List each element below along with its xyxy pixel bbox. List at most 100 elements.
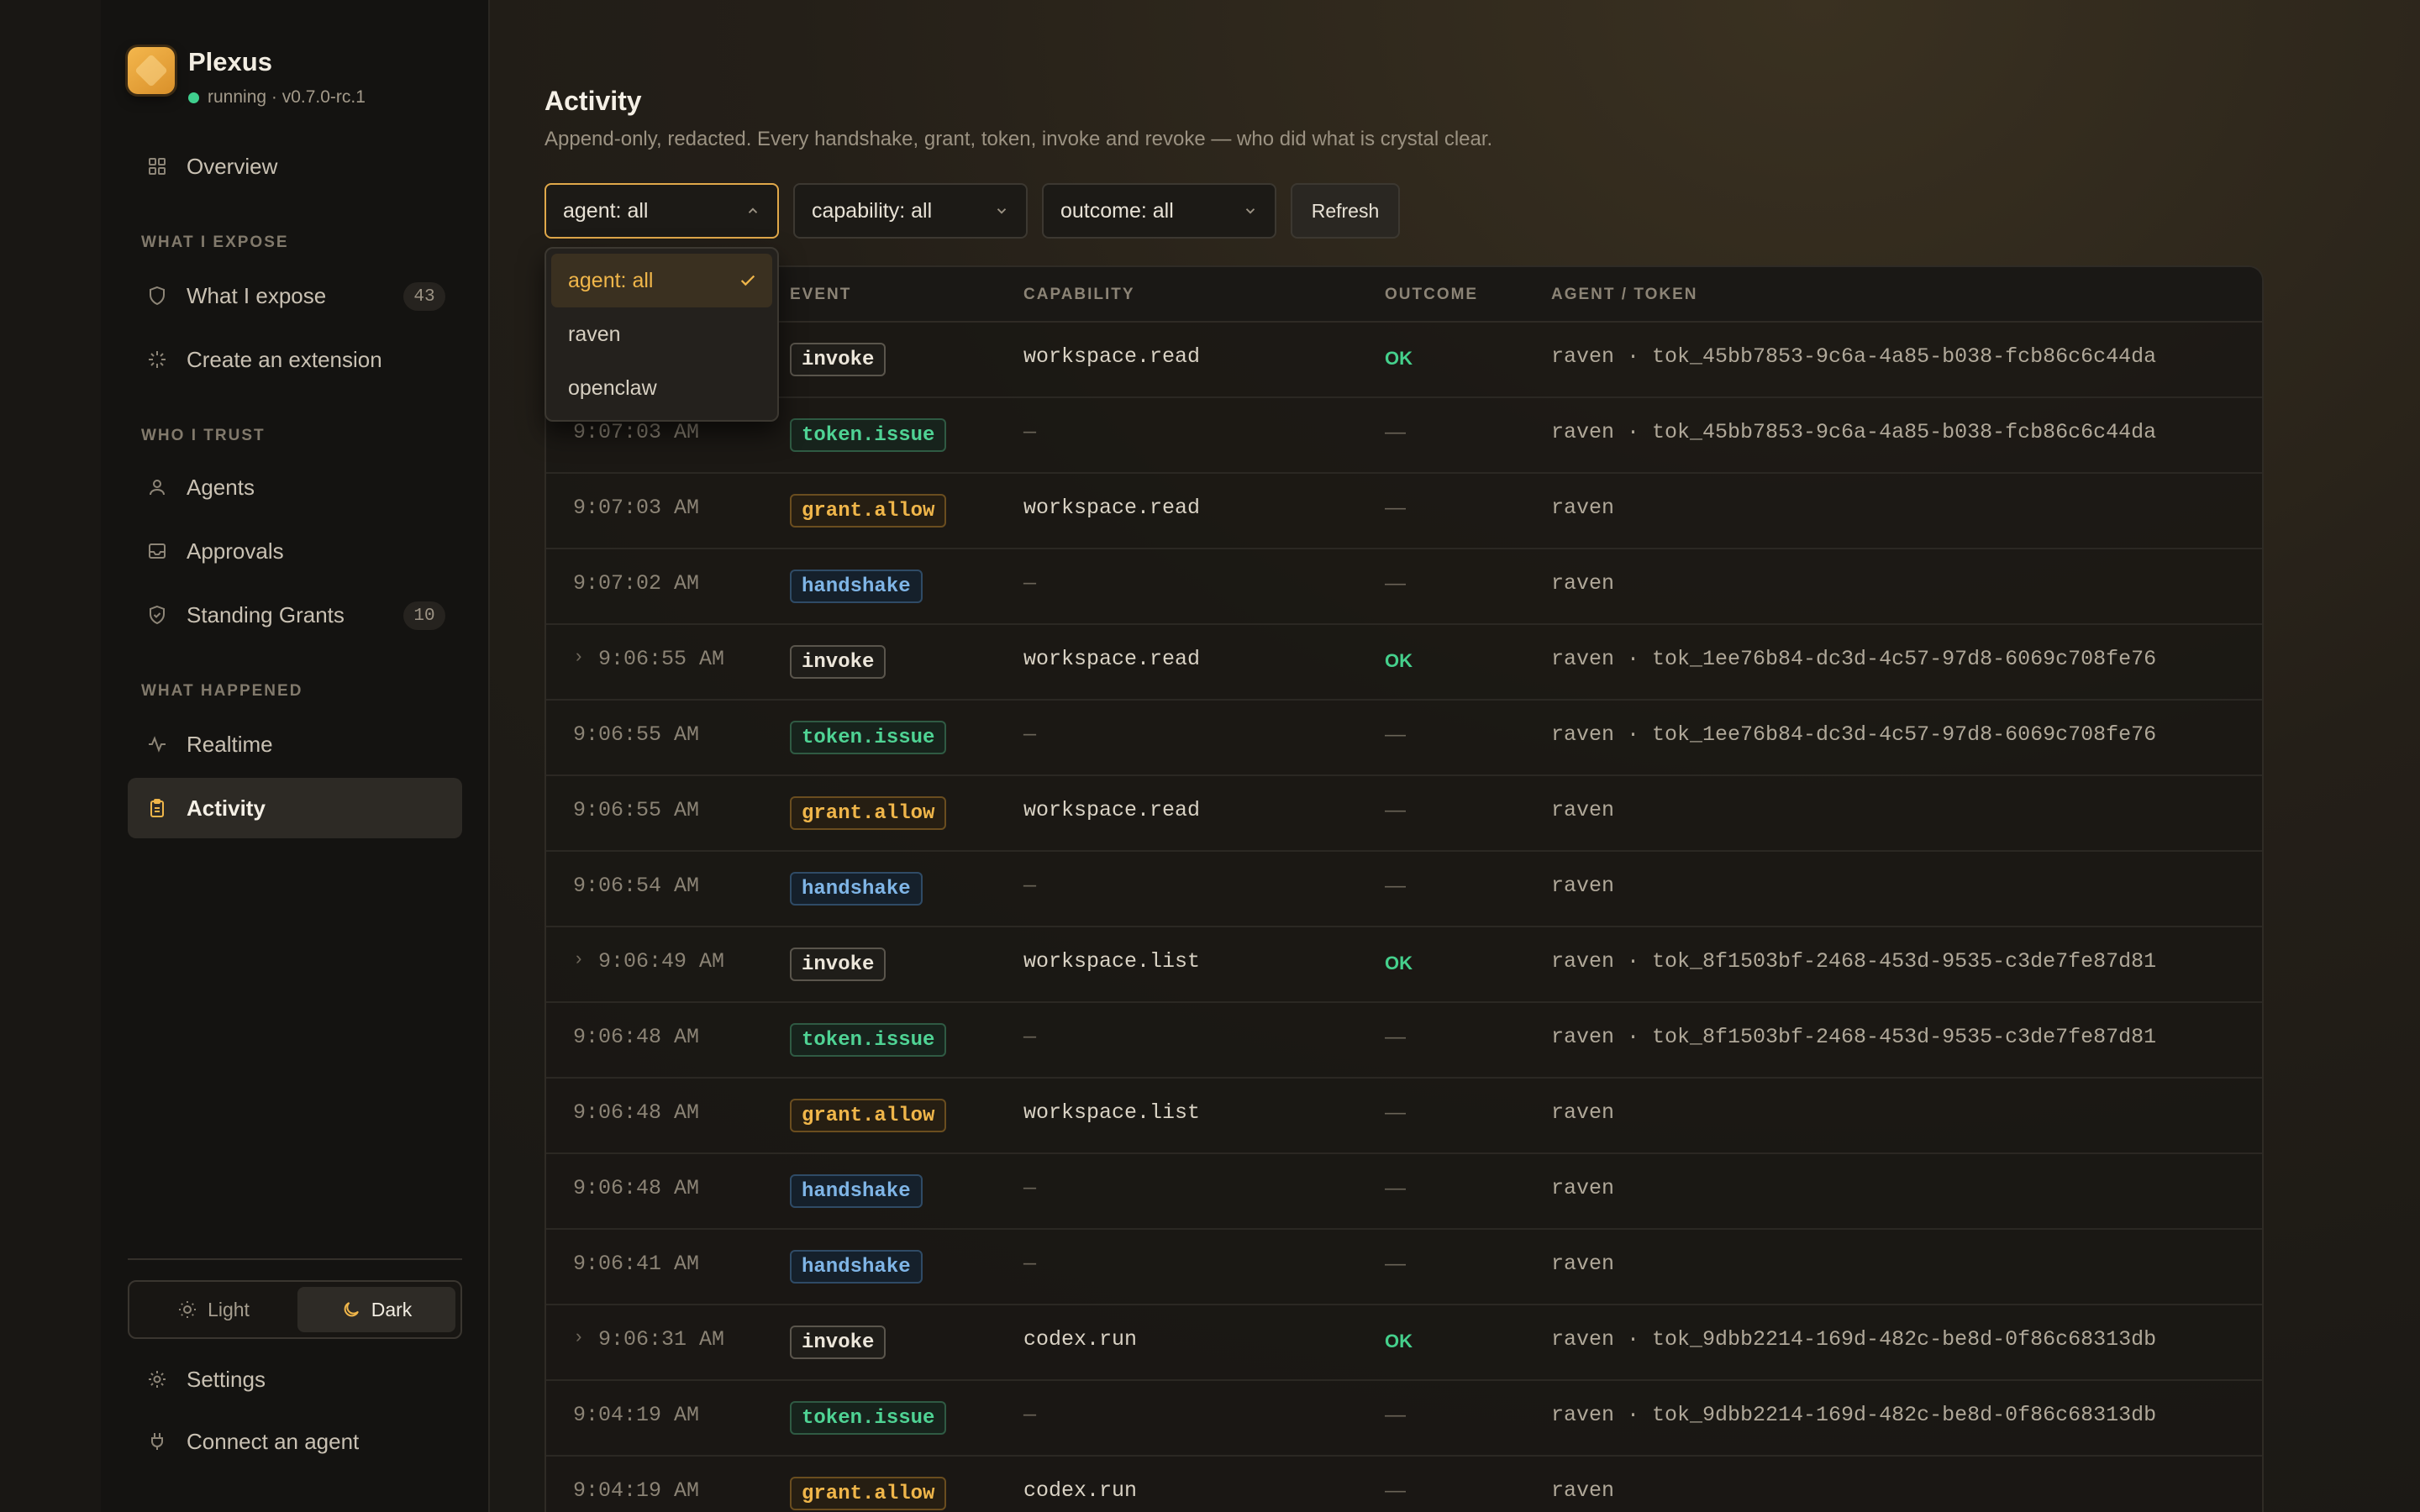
cell-outcome: — bbox=[1385, 420, 1406, 444]
theme-dark-button[interactable]: Dark bbox=[297, 1287, 455, 1332]
column-header-capability[interactable]: CAPABILITY bbox=[1023, 286, 1135, 304]
activity-table: EVENT CAPABILITY OUTCOME AGENT / TOKEN i… bbox=[544, 265, 2264, 1512]
sidebar-item-standing-grants[interactable]: Standing Grants 10 bbox=[128, 585, 462, 645]
sidebar-item-label: Settings bbox=[187, 1366, 266, 1392]
count-badge: 10 bbox=[403, 601, 445, 630]
table-row: invoke workspace.read OK raven · tok_45bb78… bbox=[546, 323, 2262, 398]
agent-filter-select[interactable]: agent: all bbox=[544, 183, 779, 239]
check-icon bbox=[739, 271, 757, 290]
table-row: 9:07:02 AM handshake — — raven bbox=[546, 549, 2262, 625]
expand-chevron-icon[interactable]: › bbox=[573, 949, 584, 970]
theme-dark-label: Dark bbox=[371, 1298, 413, 1320]
column-header-event[interactable]: EVENT bbox=[790, 286, 851, 304]
section-what-i-expose: WHAT I EXPOSE bbox=[141, 234, 289, 251]
sidebar-item-label: Realtime bbox=[187, 731, 273, 757]
cell-outcome: — bbox=[1385, 1176, 1406, 1200]
sidebar-item-agents[interactable]: Agents bbox=[128, 457, 462, 517]
table-row: 9:06:55 AM grant.allow workspace.read — rave… bbox=[546, 776, 2262, 852]
pulse-icon bbox=[146, 733, 168, 755]
cell-agent-token: raven bbox=[1551, 874, 1615, 898]
clipboard-icon bbox=[146, 797, 168, 819]
sidebar-item-create-extension[interactable]: Create an extension bbox=[128, 329, 462, 390]
sidebar-item-label: Agents bbox=[187, 474, 255, 500]
page-subtitle: Append-only, redacted. Every handshake, … bbox=[544, 128, 1493, 150]
app-status: running · v0.7.0-rc.1 bbox=[188, 87, 366, 108]
cell-agent-token: raven bbox=[1551, 1478, 1615, 1503]
cell-outcome: — bbox=[1385, 1100, 1406, 1124]
table-row: 9:04:19 AM grant.allow codex.run — raven bbox=[546, 1457, 2262, 1512]
inbox-icon bbox=[146, 540, 168, 562]
cell-time: 9:06:41 AM bbox=[573, 1252, 700, 1276]
app-status-text: running · v0.7.0-rc.1 bbox=[208, 87, 366, 107]
sidebar-item-label: Activity bbox=[187, 795, 266, 821]
cell-capability: — bbox=[1023, 874, 1037, 898]
capability-filter-select[interactable]: capability: all bbox=[793, 183, 1028, 239]
user-icon bbox=[146, 476, 168, 498]
cell-time: 9:06:48 AM bbox=[573, 1025, 700, 1049]
cell-outcome: OK bbox=[1385, 953, 1413, 974]
agent-filter-dropdown: agent: all raven openclaw bbox=[544, 247, 779, 422]
cell-agent-token: raven · tok_9dbb2214-169d-482c-be8d-0f86… bbox=[1551, 1327, 2157, 1352]
table-row: 9:06:48 AM grant.allow workspace.list — rave… bbox=[546, 1079, 2262, 1154]
event-badge: invoke bbox=[790, 948, 886, 981]
cell-outcome: — bbox=[1385, 798, 1406, 822]
cell-time: 9:06:49 AM bbox=[598, 949, 725, 974]
table-row[interactable]: › 9:06:55 AM invoke workspace.read OK raven ·… bbox=[546, 625, 2262, 701]
column-header-agent-token[interactable]: AGENT / TOKEN bbox=[1551, 286, 1698, 304]
event-badge: handshake bbox=[790, 570, 923, 603]
cell-time: 9:06:54 AM bbox=[573, 874, 700, 898]
cell-capability: workspace.read bbox=[1023, 496, 1201, 520]
theme-light-button[interactable]: Light bbox=[134, 1287, 292, 1332]
cell-outcome: OK bbox=[1385, 348, 1413, 369]
outcome-filter-value: outcome: all bbox=[1060, 198, 1174, 223]
shield-icon bbox=[146, 285, 168, 307]
refresh-button[interactable]: Refresh bbox=[1291, 183, 1400, 239]
gear-icon bbox=[146, 1368, 168, 1390]
dropdown-option-agent-all[interactable]: agent: all bbox=[551, 254, 772, 307]
sidebar-item-activity[interactable]: Activity bbox=[128, 778, 462, 838]
shield-check-icon bbox=[146, 604, 168, 626]
table-row: 9:07:03 AM grant.allow workspace.read — rave… bbox=[546, 474, 2262, 549]
sidebar-item-label: Approvals bbox=[187, 538, 284, 564]
event-badge: invoke bbox=[790, 645, 886, 679]
cell-time: 9:04:19 AM bbox=[573, 1403, 700, 1427]
table-row[interactable]: › 9:06:49 AM invoke workspace.list OK raven ·… bbox=[546, 927, 2262, 1003]
cell-outcome: — bbox=[1385, 722, 1406, 746]
cell-capability: workspace.read bbox=[1023, 344, 1201, 369]
cell-agent-token: raven · tok_45bb7853-9c6a-4a85-b038-fcb8… bbox=[1551, 344, 2157, 369]
cell-time: 9:07:02 AM bbox=[573, 571, 700, 596]
table-row: 9:06:48 AM token.issue — — raven · tok_8f150… bbox=[546, 1003, 2262, 1079]
expand-chevron-icon[interactable]: › bbox=[573, 647, 584, 668]
cell-outcome: — bbox=[1385, 571, 1406, 595]
moon-icon bbox=[341, 1299, 361, 1320]
outcome-filter-select[interactable]: outcome: all bbox=[1042, 183, 1276, 239]
event-badge: token.issue bbox=[790, 1023, 947, 1057]
dropdown-option-raven[interactable]: raven bbox=[551, 307, 772, 361]
table-row[interactable]: › 9:06:31 AM invoke codex.run OK raven · tok_… bbox=[546, 1305, 2262, 1381]
cell-time: 9:07:03 AM bbox=[573, 496, 700, 520]
dropdown-option-openclaw[interactable]: openclaw bbox=[551, 361, 772, 415]
theme-toggle: Light Dark bbox=[128, 1280, 462, 1339]
grid-icon bbox=[146, 155, 168, 177]
sidebar-item-what-i-expose[interactable]: What I expose 43 bbox=[128, 265, 462, 326]
cell-time: 9:06:55 AM bbox=[573, 722, 700, 747]
sidebar-item-approvals[interactable]: Approvals bbox=[128, 521, 462, 581]
cell-capability: codex.run bbox=[1023, 1327, 1138, 1352]
cell-agent-token: raven · tok_9dbb2214-169d-482c-be8d-0f86… bbox=[1551, 1403, 2157, 1427]
agent-filter-value: agent: all bbox=[563, 198, 649, 223]
sidebar-item-settings[interactable]: Settings bbox=[128, 1349, 462, 1410]
sidebar-item-connect-agent[interactable]: Connect an agent bbox=[128, 1411, 462, 1472]
table-row: 9:04:19 AM token.issue — — raven · tok_9dbb2… bbox=[546, 1381, 2262, 1457]
sidebar: Plexus running · v0.7.0-rc.1 Overview WH… bbox=[101, 0, 490, 1512]
sidebar-item-realtime[interactable]: Realtime bbox=[128, 714, 462, 774]
cell-agent-token: raven · tok_1ee76b84-dc3d-4c57-97d8-6069… bbox=[1551, 722, 2157, 747]
event-badge: grant.allow bbox=[790, 494, 947, 528]
expand-chevron-icon[interactable]: › bbox=[573, 1327, 584, 1348]
sparkle-icon bbox=[146, 349, 168, 370]
column-header-outcome[interactable]: OUTCOME bbox=[1385, 286, 1478, 304]
cell-time: 9:06:48 AM bbox=[573, 1176, 700, 1200]
sidebar-item-overview[interactable]: Overview bbox=[128, 136, 462, 197]
cell-capability: — bbox=[1023, 1403, 1037, 1427]
sidebar-item-label: Connect an agent bbox=[187, 1428, 360, 1454]
cell-agent-token: raven · tok_1ee76b84-dc3d-4c57-97d8-6069… bbox=[1551, 647, 2157, 671]
